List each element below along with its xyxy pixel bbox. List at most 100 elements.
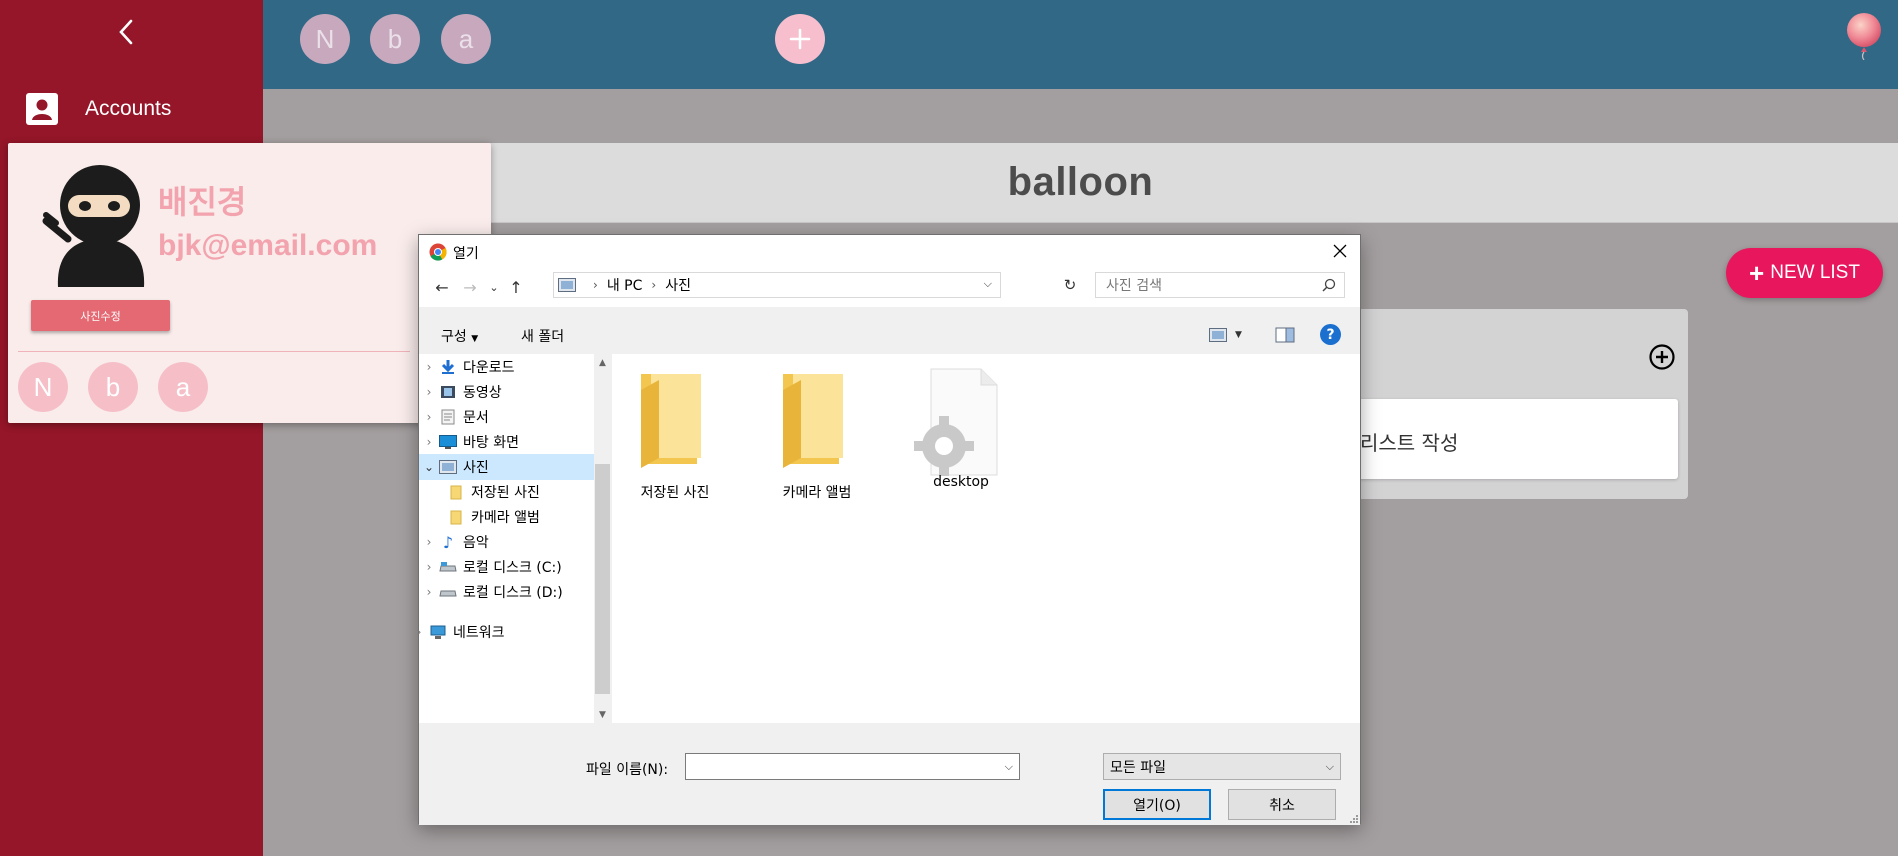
chrome-icon (429, 243, 447, 261)
member-avatar[interactable]: a (158, 362, 208, 412)
member-avatar[interactable]: a (441, 14, 491, 64)
member-avatar[interactable]: N (300, 14, 350, 64)
breadcrumb-this-pc[interactable]: 내 PC (607, 275, 643, 295)
plus-icon (789, 28, 811, 50)
folder-icon (447, 509, 465, 525)
file-item-camera-roll[interactable]: 카메라 앨범 (762, 368, 872, 502)
expand-arrow-icon[interactable]: › (419, 535, 439, 549)
add-member-button[interactable] (775, 14, 825, 64)
refresh-icon[interactable]: ↻ (1059, 272, 1081, 298)
file-type-value: 모든 파일 (1110, 759, 1166, 776)
tree-item-label: 카메라 앨범 (471, 510, 540, 526)
file-open-dialog: 열기 ← → ⌄ ↑ › 내 PC › 사진 ⌵ ↻ 사진 검색 구성 ▼ 새 … (417, 234, 1361, 825)
new-list-button[interactable]: + NEW LIST (1726, 248, 1883, 298)
breadcrumb-pictures[interactable]: 사진 (665, 275, 691, 295)
dialog-title-bar[interactable]: 열기 (419, 235, 1360, 267)
tree-item-label: 바탕 화면 (463, 435, 519, 451)
folder-icon (783, 374, 843, 468)
dialog-toolbar: 구성 ▼ 새 폴더 ▼ ? (419, 314, 1360, 354)
expand-arrow-icon[interactable]: › (419, 585, 439, 599)
up-arrow-icon[interactable]: ↑ (505, 277, 527, 297)
organize-menu[interactable]: 구성 ▼ (441, 326, 478, 346)
dialog-footer: 파일 이름(N): ⌵ 모든 파일 ⌵ 열기(O) 취소 (419, 723, 1360, 825)
chevron-down-icon[interactable]: ⌵ (1005, 760, 1013, 774)
board-title-bar: balloon (263, 143, 1898, 223)
tree-item-music[interactable]: › ♪ 음악 (419, 529, 594, 555)
file-name: 카메라 앨범 (782, 485, 852, 501)
member-avatar[interactable]: b (370, 14, 420, 64)
document-icon (439, 409, 457, 425)
file-item-desktop-ini[interactable]: desktop (906, 368, 1016, 490)
cancel-button[interactable]: 취소 (1228, 789, 1336, 820)
preview-pane-icon[interactable] (1274, 325, 1296, 345)
address-bar[interactable]: › 내 PC › 사진 ⌵ (553, 272, 1001, 298)
tree-item-downloads[interactable]: › 다운로드 (419, 354, 594, 380)
file-item-saved-pictures[interactable]: 저장된 사진 (620, 368, 730, 502)
expand-arrow-icon[interactable]: › (419, 410, 439, 424)
balloon-logo-icon[interactable] (1844, 12, 1884, 60)
tree-item-local-disk-d[interactable]: › 로컬 디스크 (D:) (419, 579, 594, 605)
member-avatar[interactable]: N (18, 362, 68, 412)
tree-item-desktop[interactable]: › 바탕 화면 (419, 429, 594, 455)
network-icon (429, 624, 447, 640)
back-arrow-icon[interactable]: ← (431, 277, 453, 297)
chevron-down-icon[interactable]: ⌵ (984, 277, 992, 291)
tree-item-label: 로컬 디스크 (C:) (463, 560, 562, 576)
file-type-select[interactable]: 모든 파일 ⌵ (1103, 753, 1341, 780)
board-title: balloon (1007, 160, 1154, 204)
navigation-pane: › 다운로드 › 동영상 › 문서 › 바탕 화면 ⌄ 사진 저장된 사진 카메… (417, 354, 611, 723)
member-avatar[interactable]: b (88, 362, 138, 412)
edit-photo-button[interactable]: 사진수정 (31, 300, 170, 331)
sidebar: Accounts (0, 0, 263, 856)
tree-item-label: 네트워크 (453, 625, 505, 641)
change-view-button[interactable]: ▼ (1209, 325, 1253, 345)
tree-item-label: 저장된 사진 (471, 485, 540, 501)
pictures-icon (558, 278, 576, 292)
file-name: 저장된 사진 (640, 485, 710, 501)
create-list-label: 리스트 작성 (1360, 431, 1459, 455)
sidebar-item-accounts[interactable]: Accounts (25, 92, 171, 126)
scrollbar-thumb[interactable] (595, 464, 610, 694)
filename-input[interactable]: ⌵ (685, 753, 1020, 780)
forward-arrow-icon[interactable]: → (459, 277, 481, 297)
drive-icon (439, 584, 457, 600)
expand-arrow-icon[interactable]: › (419, 385, 439, 399)
tree-item-pictures[interactable]: ⌄ 사진 (419, 454, 594, 480)
divider (18, 351, 410, 352)
scroll-up-icon[interactable]: ▲ (594, 354, 611, 371)
close-icon (1333, 244, 1347, 258)
ninja-avatar (42, 165, 145, 287)
tree-item-network[interactable]: › 네트워크 (409, 619, 584, 645)
expand-arrow-icon[interactable]: › (419, 435, 439, 449)
plus-icon: + (1749, 258, 1765, 288)
search-input[interactable]: 사진 검색 (1095, 272, 1345, 298)
close-button[interactable] (1328, 239, 1352, 263)
expand-arrow-icon[interactable]: › (419, 560, 439, 574)
tree-item-camera-roll[interactable]: 카메라 앨범 (419, 504, 594, 530)
resize-grip-icon[interactable] (1348, 813, 1358, 823)
tree-item-documents[interactable]: › 문서 (419, 404, 594, 430)
tree-item-label: 음악 (463, 535, 489, 551)
recent-dropdown-icon[interactable]: ⌄ (483, 277, 505, 297)
tree-item-label: 사진 (463, 460, 489, 476)
tree-item-saved-pictures[interactable]: 저장된 사진 (419, 479, 594, 505)
collapse-arrow-icon[interactable]: ⌄ (419, 460, 439, 474)
folder-icon (447, 484, 465, 500)
add-circle-icon[interactable] (1648, 343, 1676, 371)
tree-item-label: 동영상 (463, 385, 502, 401)
tree-item-videos[interactable]: › 동영상 (419, 379, 594, 405)
expand-arrow-icon[interactable]: › (409, 625, 429, 639)
profile-email: bjk@email.com (158, 229, 378, 262)
new-folder-button[interactable]: 새 폴더 (521, 326, 564, 346)
tree-item-label: 다운로드 (463, 360, 515, 376)
expand-arrow-icon[interactable]: › (419, 360, 439, 374)
scroll-down-icon[interactable]: ▼ (594, 706, 611, 723)
tree-item-local-disk-c[interactable]: › 로컬 디스크 (C:) (419, 554, 594, 580)
nav-scrollbar[interactable]: ▲ ▼ (594, 354, 611, 723)
open-button[interactable]: 열기(O) (1103, 789, 1211, 820)
back-chevron-icon[interactable] (110, 14, 142, 50)
download-icon (439, 359, 457, 375)
dialog-title: 열기 (453, 246, 479, 262)
help-icon[interactable]: ? (1320, 324, 1341, 345)
caret-down-icon: ▼ (1235, 330, 1242, 340)
